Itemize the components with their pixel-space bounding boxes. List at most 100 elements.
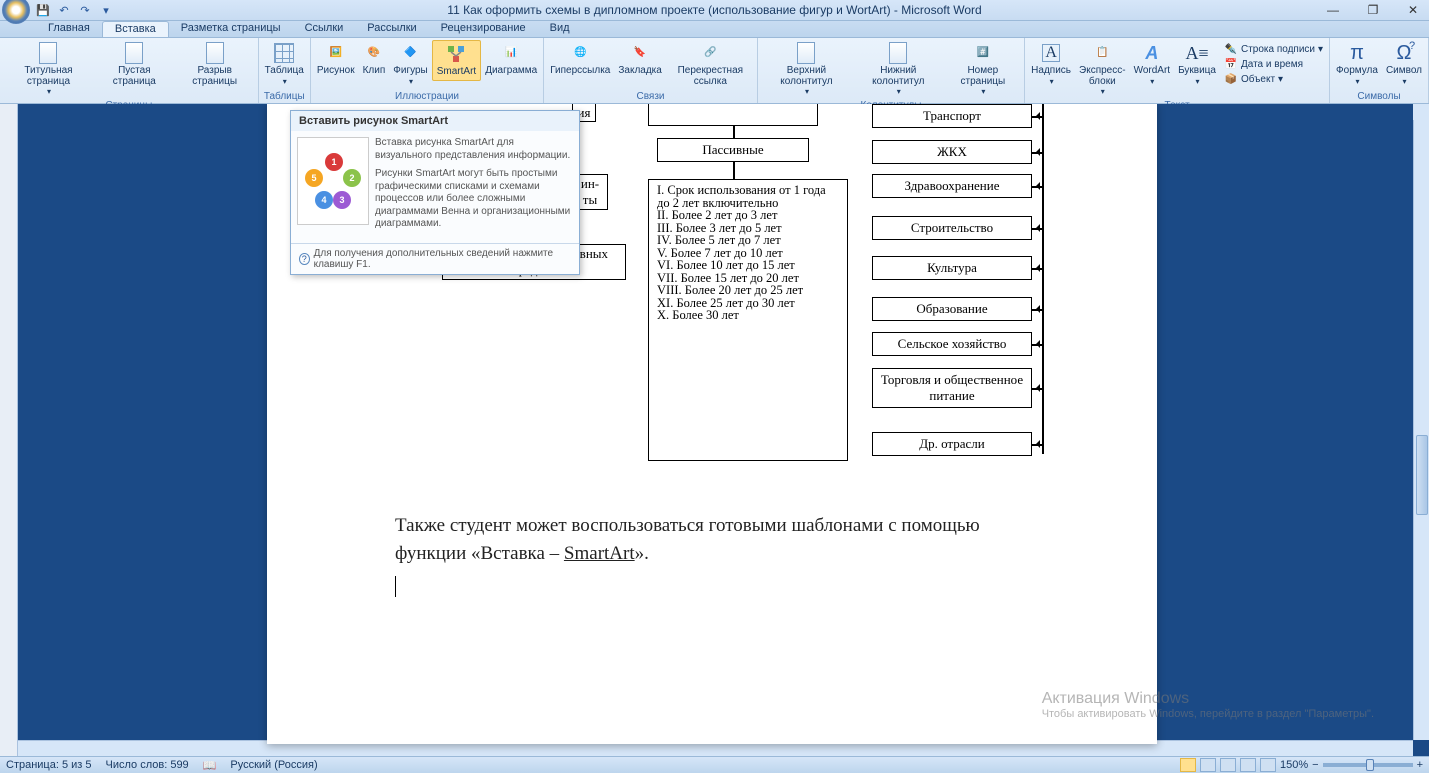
- group-links: 🌐Гиперссылка 🔖Закладка 🔗Перекрестная ссы…: [544, 38, 758, 103]
- help-icon: ?: [299, 253, 310, 265]
- label: Рисунок: [317, 66, 355, 77]
- label: Буквица: [1178, 66, 1216, 77]
- smartart-link: SmartArt: [564, 543, 635, 564]
- date-time-button[interactable]: 📅Дата и время: [1224, 57, 1323, 71]
- label: Разрыв страницы: [178, 66, 252, 87]
- chart-button[interactable]: 📊Диаграмма: [481, 40, 541, 79]
- group-label: Связи: [546, 91, 755, 103]
- close-button[interactable]: ✕: [1403, 2, 1423, 18]
- qat-dropdown-icon[interactable]: ▾: [99, 3, 113, 17]
- tab-pagelayout[interactable]: Разметка страницы: [169, 21, 293, 37]
- vertical-ruler[interactable]: [0, 104, 18, 756]
- ruler-toggle[interactable]: [1413, 104, 1429, 120]
- crossref-button[interactable]: 🔗Перекрестная ссылка: [666, 40, 755, 89]
- maximize-button[interactable]: ❐: [1363, 2, 1383, 18]
- label: Символ: [1386, 66, 1422, 77]
- box-right-1: ЖКХ: [872, 140, 1032, 164]
- save-icon[interactable]: 💾: [36, 3, 50, 17]
- box-top-passive-frame: [648, 104, 818, 126]
- smartart-button[interactable]: SmartArt: [432, 40, 481, 81]
- tooltip-footer: ? Для получения дополнительных сведений …: [291, 243, 579, 274]
- label: WordArt: [1134, 66, 1171, 77]
- tab-mailings[interactable]: Рассылки: [355, 21, 428, 37]
- shapes-button[interactable]: 🔷Фигуры: [389, 40, 431, 89]
- view-outline[interactable]: [1240, 758, 1256, 772]
- quickparts-button[interactable]: 📋Экспресс-блоки: [1075, 40, 1130, 100]
- page-break-button[interactable]: Разрыв страницы: [174, 40, 256, 89]
- hyperlink-button[interactable]: 🌐Гиперссылка: [546, 40, 614, 79]
- zoom-slider[interactable]: [1323, 763, 1413, 767]
- label: Нижний колонтитул: [857, 66, 939, 87]
- label: Титульная страница: [6, 66, 91, 87]
- label: Таблица: [265, 66, 304, 77]
- office-button[interactable]: [2, 0, 30, 24]
- undo-icon[interactable]: ↶: [57, 3, 71, 17]
- zoom-out-button[interactable]: −: [1312, 759, 1318, 771]
- label: Закладка: [618, 66, 661, 77]
- label: Пустая страница: [99, 66, 170, 87]
- view-print-layout[interactable]: [1180, 758, 1196, 772]
- box-right-4: Культура: [872, 256, 1032, 280]
- dropcap-button[interactable]: A≡Буквица: [1174, 40, 1220, 89]
- box-center: I. Срок использования от 1 года до 2 лет…: [648, 179, 848, 461]
- cover-page-button[interactable]: Титульная страница: [2, 40, 95, 100]
- view-web[interactable]: [1220, 758, 1236, 772]
- label: Формула: [1336, 66, 1378, 77]
- connector-line: [1042, 104, 1044, 454]
- label: SmartArt: [437, 67, 476, 78]
- label: Гиперссылка: [550, 66, 610, 77]
- object-button[interactable]: 📦Объект ▾: [1224, 72, 1323, 86]
- table-button[interactable]: Таблица: [261, 40, 308, 89]
- clipart-button[interactable]: 🎨Клип: [359, 40, 390, 79]
- pagenum-button[interactable]: #️⃣Номер страницы: [944, 40, 1023, 100]
- box-right-8: Др. отрасли: [872, 432, 1032, 456]
- view-draft[interactable]: [1260, 758, 1276, 772]
- label: Надпись: [1031, 66, 1071, 77]
- box-right-2: Здравоохранение: [872, 174, 1032, 198]
- vertical-scrollbar[interactable]: [1413, 104, 1429, 740]
- footer-button[interactable]: Нижний колонтитул: [853, 40, 943, 100]
- status-bar: Страница: 5 из 5 Число слов: 599 📖 Русск…: [0, 756, 1429, 773]
- box-right-0: Транспорт: [872, 104, 1032, 128]
- signature-line-button[interactable]: ✒️Строка подписи ▾: [1224, 42, 1323, 56]
- minimize-button[interactable]: —: [1323, 2, 1343, 18]
- tab-review[interactable]: Рецензирование: [429, 21, 538, 37]
- status-words[interactable]: Число слов: 599: [106, 759, 189, 771]
- tab-insert[interactable]: Вставка: [102, 21, 169, 37]
- wordart-button[interactable]: AWordArt: [1130, 40, 1175, 89]
- tooltip-description: Вставка рисунка SmartArt для визуального…: [375, 137, 573, 237]
- ribbon-tabs: Главная Вставка Разметка страницы Ссылки…: [0, 21, 1429, 38]
- box-right-3: Строительство: [872, 216, 1032, 240]
- bookmark-button[interactable]: 🔖Закладка: [614, 40, 665, 79]
- equation-button[interactable]: πФормула: [1332, 40, 1382, 89]
- box-right-7: Торговля и общественное питание: [872, 368, 1032, 408]
- group-illustrations: 🖼️Рисунок 🎨Клип 🔷Фигуры SmartArt 📊Диагра…: [311, 38, 544, 103]
- spellcheck-icon[interactable]: 📖: [203, 759, 217, 772]
- window-title: 11 Как оформить схемы в дипломном проект…: [447, 3, 981, 17]
- scroll-thumb[interactable]: [1416, 435, 1428, 515]
- zoom-in-button[interactable]: +: [1417, 759, 1423, 771]
- textbox-button[interactable]: AНадпись: [1027, 40, 1075, 89]
- status-language[interactable]: Русский (Россия): [230, 759, 317, 771]
- quick-access-toolbar: 💾 ↶ ↷ ▾: [36, 3, 113, 17]
- tab-home[interactable]: Главная: [36, 21, 102, 37]
- group-tables: Таблица Таблицы: [259, 38, 311, 103]
- tab-references[interactable]: Ссылки: [293, 21, 356, 37]
- help-icon[interactable]: ?: [1409, 40, 1423, 54]
- tab-view[interactable]: Вид: [538, 21, 582, 37]
- status-page[interactable]: Страница: 5 из 5: [6, 759, 92, 771]
- titlebar: 💾 ↶ ↷ ▾ 11 Как оформить схемы в дипломно…: [0, 0, 1429, 21]
- view-fullscreen[interactable]: [1200, 758, 1216, 772]
- blank-page-button[interactable]: Пустая страница: [95, 40, 174, 89]
- group-label: Таблицы: [261, 91, 308, 103]
- header-button[interactable]: Верхний колонтитул: [760, 40, 853, 100]
- box-right-5: Образование: [872, 297, 1032, 321]
- paragraph-text: Также студент может воспользоваться гото…: [395, 512, 1055, 567]
- label: Верхний колонтитул: [764, 66, 849, 87]
- redo-icon[interactable]: ↷: [78, 3, 92, 17]
- ribbon: ? Титульная страница Пустая страница Раз…: [0, 38, 1429, 104]
- box-right-6: Сельское хозяйство: [872, 332, 1032, 356]
- smartart-tooltip: Вставить рисунок SmartArt 12345 Вставка …: [290, 110, 580, 275]
- picture-button[interactable]: 🖼️Рисунок: [313, 40, 359, 79]
- zoom-level[interactable]: 150%: [1280, 759, 1308, 771]
